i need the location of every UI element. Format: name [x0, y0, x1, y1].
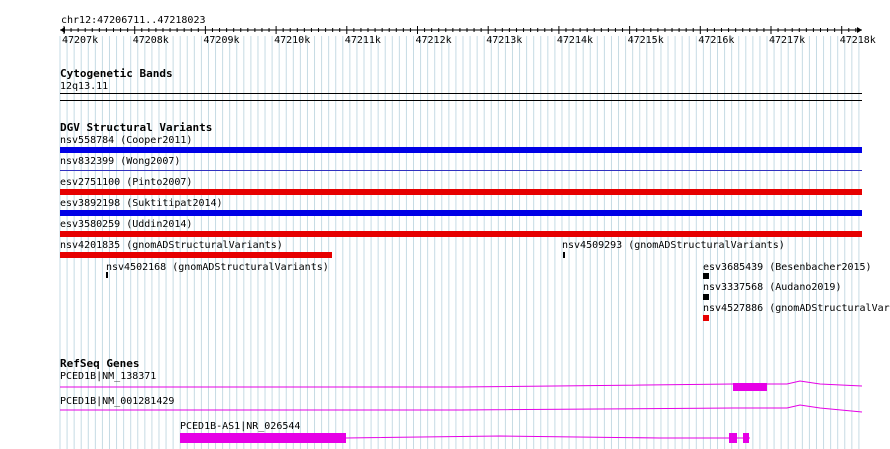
ruler-right-arrow — [857, 27, 862, 33]
ruler-tick-label: 47216k — [698, 35, 735, 46]
exon — [733, 383, 767, 391]
variant-bar-nsv558784[interactable] — [60, 147, 862, 153]
gene-model-nr026544[interactable] — [0, 428, 890, 449]
ruler-tick-label: 47217k — [769, 35, 806, 46]
variant-label: nsv4509293 (gnomADStructuralVariants) — [562, 240, 785, 251]
gene-model-nm001281429[interactable] — [0, 400, 890, 416]
ruler-tick-label: 47214k — [556, 35, 594, 46]
variant-label: esv3685439 (Besenbacher2015) — [703, 262, 872, 273]
ruler-tick-label: 47215k — [627, 35, 664, 46]
ruler-tick-label: 47211k — [344, 35, 381, 46]
dgv-track-title[interactable]: DGV Structural Variants — [60, 122, 212, 134]
variant-bar-esv3580259[interactable] — [60, 231, 862, 237]
ruler-tick-label: 47207k — [62, 35, 99, 46]
variant-mark-nsv4502168[interactable] — [106, 272, 108, 278]
cytoband-label: 12q13.11 — [60, 81, 109, 92]
variant-bar-esv2751100[interactable] — [60, 189, 862, 195]
variant-label: nsv558784 (Cooper2011) — [60, 135, 193, 146]
variant-mark-nsv4527886[interactable] — [703, 315, 709, 321]
variant-mark-nsv3337568[interactable] — [703, 294, 709, 300]
variant-mark-nsv4509293[interactable] — [563, 252, 565, 258]
cytoband-line-top — [60, 93, 862, 94]
variant-label: esv2751100 (Pinto2007) — [60, 177, 193, 188]
variant-label: nsv832399 (Wong2007) — [60, 156, 181, 167]
ruler-tick-label: 47209k — [203, 35, 240, 46]
variant-label: esv3892198 (Suktitipat2014) — [60, 198, 223, 209]
exon — [180, 433, 346, 443]
variant-line-nsv832399[interactable] — [60, 170, 862, 171]
variant-label: nsv4502168 (gnomADStructuralVariants) — [106, 262, 329, 273]
ruler-tick-label: 47213k — [486, 35, 523, 46]
variant-label: nsv4527886 (gnomADStructuralVariants) — [703, 303, 890, 314]
ruler-tick-label: 47208k — [132, 35, 169, 46]
ruler-tick-label: 47212k — [415, 35, 452, 46]
ruler-tick-label: 47210k — [274, 35, 311, 46]
variant-label: nsv4201835 (gnomADStructuralVariants) — [60, 240, 283, 251]
variant-bar-esv3892198[interactable] — [60, 210, 862, 216]
variant-mark-esv3685439[interactable] — [703, 273, 709, 279]
variant-bar-nsv4201835[interactable] — [60, 252, 332, 258]
cytoband-line-bottom — [60, 100, 862, 101]
ruler-tick-label: 47218k — [839, 35, 876, 46]
exon — [743, 433, 749, 443]
gene-model-nm138371[interactable] — [0, 378, 890, 394]
variant-label: esv3580259 (Uddin2014) — [60, 219, 193, 230]
cytobands-track-title[interactable]: Cytogenetic Bands — [60, 68, 173, 80]
variant-label: nsv3337568 (Audano2019) — [703, 282, 842, 293]
exon — [729, 433, 737, 443]
refseq-track-title[interactable]: RefSeq Genes — [60, 358, 139, 370]
